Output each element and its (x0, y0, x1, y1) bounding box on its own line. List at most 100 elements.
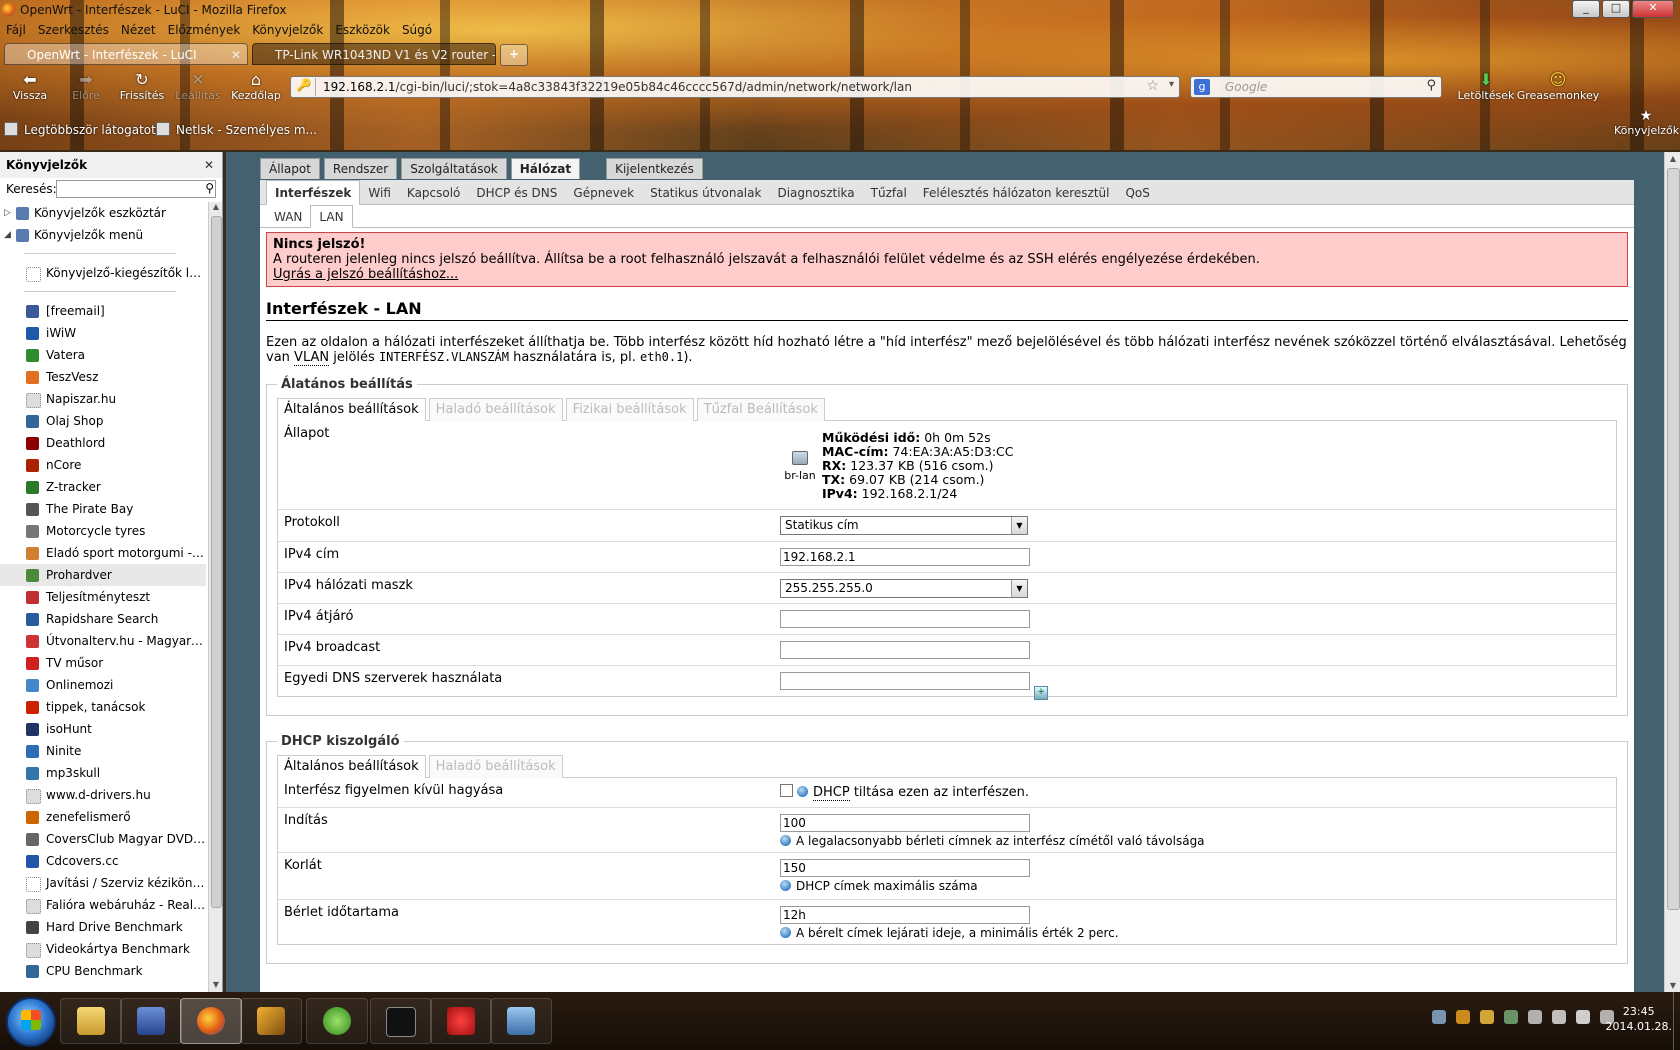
bookmark-most-visited[interactable]: Legtöbbször látogatott (4, 121, 161, 139)
bookmark-item[interactable]: Prohardver (0, 564, 206, 586)
close-tab-icon[interactable]: ✕ (231, 44, 241, 64)
close-window-button[interactable]: ✕ (1632, 0, 1674, 18)
bookmark-item[interactable]: Útvonalterv.hu - Magyarorsz... (0, 630, 206, 652)
subtab-switch[interactable]: Kapcsoló (399, 181, 469, 205)
bookmark-item[interactable]: iWiW (0, 322, 206, 344)
bookmarks-button[interactable]: ★ Könyvjelzők (1614, 108, 1679, 148)
scroll-up-icon[interactable]: ▲ (1665, 154, 1680, 163)
bookmark-item[interactable]: Falióra webáruház - Real Ma... (0, 894, 206, 916)
scroll-thumb[interactable] (1667, 168, 1680, 910)
bookmark-item[interactable]: Z-tracker (0, 476, 206, 498)
flag-icon[interactable] (1576, 1010, 1590, 1024)
network-tray-icon[interactable] (1552, 1010, 1566, 1024)
tab-wan[interactable]: WAN (266, 206, 310, 228)
tab-advanced-settings[interactable]: Haladó beállítások (428, 398, 563, 421)
tab-firewall-settings[interactable]: Tűzfal Beállítások (696, 398, 825, 421)
site-identity-icon[interactable]: 🔑 (293, 78, 316, 96)
tab-lan[interactable]: LAN (310, 205, 353, 228)
reload-button[interactable]: ↻ Frissítés (112, 71, 172, 103)
browser-tab-active[interactable]: OpenWrt - Interfészek - LuCI ✕ (4, 43, 248, 65)
tab-general-settings[interactable]: Általános beállítások (277, 398, 426, 421)
ipv4-address-input[interactable]: 192.168.2.1 (780, 548, 1030, 566)
close-sidebar-icon[interactable]: ✕ (204, 152, 214, 178)
downloads-button[interactable]: ⬇ Letöltések (1456, 71, 1516, 103)
folder-bookmarks-toolbar[interactable]: ▷ Könyvjelzők eszköztár (0, 202, 206, 224)
taskbar-tool[interactable] (240, 998, 302, 1044)
clock[interactable]: 23:45 2014.01.28. (1606, 1004, 1672, 1034)
home-button[interactable]: ⌂ Kezdőlap (226, 71, 286, 103)
bookmark-item[interactable]: Hard Drive Benchmark (0, 916, 206, 938)
subtab-static-routes[interactable]: Statikus útvonalak (642, 181, 769, 205)
taskbar-terminal[interactable] (370, 998, 432, 1044)
subtab-wifi[interactable]: Wifi (360, 181, 399, 205)
bookmark-item[interactable]: Ninite (0, 740, 206, 762)
greasemonkey-button[interactable]: ☺ Greasemonkey (1516, 71, 1600, 103)
tray-icon[interactable] (1504, 1010, 1518, 1024)
bookmark-item[interactable]: TV műsor (0, 652, 206, 674)
taskbar-backup[interactable] (120, 998, 182, 1044)
subtab-wol[interactable]: Felélesztés hálózaton keresztül (915, 181, 1118, 205)
bookmark-item[interactable]: zenefelismerő (0, 806, 206, 828)
menu-bookmarks[interactable]: Könyvjelzők (252, 20, 323, 40)
scroll-up-icon[interactable]: ▲ (209, 202, 222, 214)
menu-view[interactable]: Nézet (121, 20, 156, 40)
page-scrollbar[interactable]: ▲ ▼ (1664, 152, 1680, 992)
search-icon[interactable]: ⚲ (205, 181, 214, 195)
menu-tools[interactable]: Eszközök (335, 20, 390, 40)
menu-file[interactable]: Fájl (6, 20, 26, 40)
browser-tab[interactable]: TP-Link WR1043ND V1 és V2 router - ... (252, 43, 496, 65)
bookmark-item[interactable]: nCore (0, 454, 206, 476)
tab-services[interactable]: Szolgáltatások (401, 158, 507, 179)
bookmark-item[interactable]: Javítási / Szerviz kézikönyvek... (0, 872, 206, 894)
bookmark-item[interactable]: Motorcycle tyres (0, 520, 206, 542)
forward-button[interactable]: ➡ Előre (56, 71, 116, 103)
bookmark-item[interactable]: tippek, tanácsok (0, 696, 206, 718)
folder-bookmarks-menu[interactable]: ◢ Könyvjelzők menü (0, 224, 206, 246)
tab-dhcp-general[interactable]: Általános beállítások (277, 755, 426, 778)
tab-system[interactable]: Rendszer (323, 158, 398, 179)
google-engine-icon[interactable]: g (1194, 79, 1210, 95)
taskbar-explorer[interactable] (60, 998, 122, 1044)
bookmark-item[interactable]: [freemail] (0, 300, 206, 322)
sidebar-scrollbar[interactable]: ▲ ▼ (208, 202, 222, 992)
bookmark-item[interactable]: Teljesítményteszt (0, 586, 206, 608)
maximize-button[interactable]: □ (1602, 0, 1630, 18)
set-password-link[interactable]: Ugrás a jelszó beállításhoz... (273, 267, 1621, 282)
bookmark-item[interactable]: Deathlord (0, 432, 206, 454)
sidebar-search-input[interactable] (56, 180, 216, 198)
bookmark-netlsk[interactable]: Netlsk - Személyes m... (156, 121, 317, 139)
url-history-dropdown-icon[interactable]: ▾ (1169, 79, 1174, 90)
subtab-interfaces[interactable]: Interfészek (266, 180, 361, 205)
tab-network[interactable]: Hálózat (510, 158, 581, 179)
bookmark-item[interactable]: Vatera (0, 344, 206, 366)
subtab-firewall[interactable]: Tűzfal (863, 181, 915, 205)
bookmark-item[interactable]: isoHunt (0, 718, 206, 740)
minimize-button[interactable]: _ (1572, 0, 1600, 18)
taskbar-control-panel[interactable] (490, 998, 552, 1044)
bookmark-item[interactable]: Cdcovers.cc (0, 850, 206, 872)
bookmark-item[interactable]: Videokártya Benchmark (0, 938, 206, 960)
address-bar[interactable]: 🔑 192.168.2.1/cgi-bin/luci/;stok=4a8c338… (290, 76, 1180, 98)
bookmark-item[interactable]: The Pirate Bay (0, 498, 206, 520)
tray-icon[interactable] (1480, 1010, 1494, 1024)
scroll-thumb[interactable] (211, 216, 222, 908)
subtab-qos[interactable]: QoS (1117, 181, 1157, 205)
subtab-hostnames[interactable]: Gépnevek (565, 181, 642, 205)
bookmark-addons[interactable]: Könyvjelző-kiegészítők letölt... (0, 262, 206, 284)
tab-physical-settings[interactable]: Fizikai beállítások (565, 398, 694, 421)
bookmark-item[interactable]: TeszVesz (0, 366, 206, 388)
protocol-select[interactable]: Statikus cím ▼ (780, 516, 1028, 535)
taskbar-firefox[interactable] (180, 998, 242, 1044)
limit-input[interactable]: 150 (780, 859, 1030, 877)
menu-edit[interactable]: Szerkesztés (38, 20, 109, 40)
tray-icon[interactable] (1456, 1010, 1470, 1024)
bookmark-item[interactable]: Eladó sport motorgumi - Ké... (0, 542, 206, 564)
taskbar-paint[interactable] (430, 998, 492, 1044)
scroll-down-icon[interactable]: ▼ (1665, 981, 1680, 990)
gateway-input[interactable] (780, 610, 1030, 628)
bookmark-item[interactable]: CoversClub Magyar DVD bo... (0, 828, 206, 850)
taskbar-utorrent[interactable] (306, 998, 368, 1044)
tab-status[interactable]: Állapot (260, 158, 320, 179)
bookmark-item[interactable]: CPU Benchmark (0, 960, 206, 982)
subtab-dhcp-dns[interactable]: DHCP és DNS (468, 181, 565, 205)
